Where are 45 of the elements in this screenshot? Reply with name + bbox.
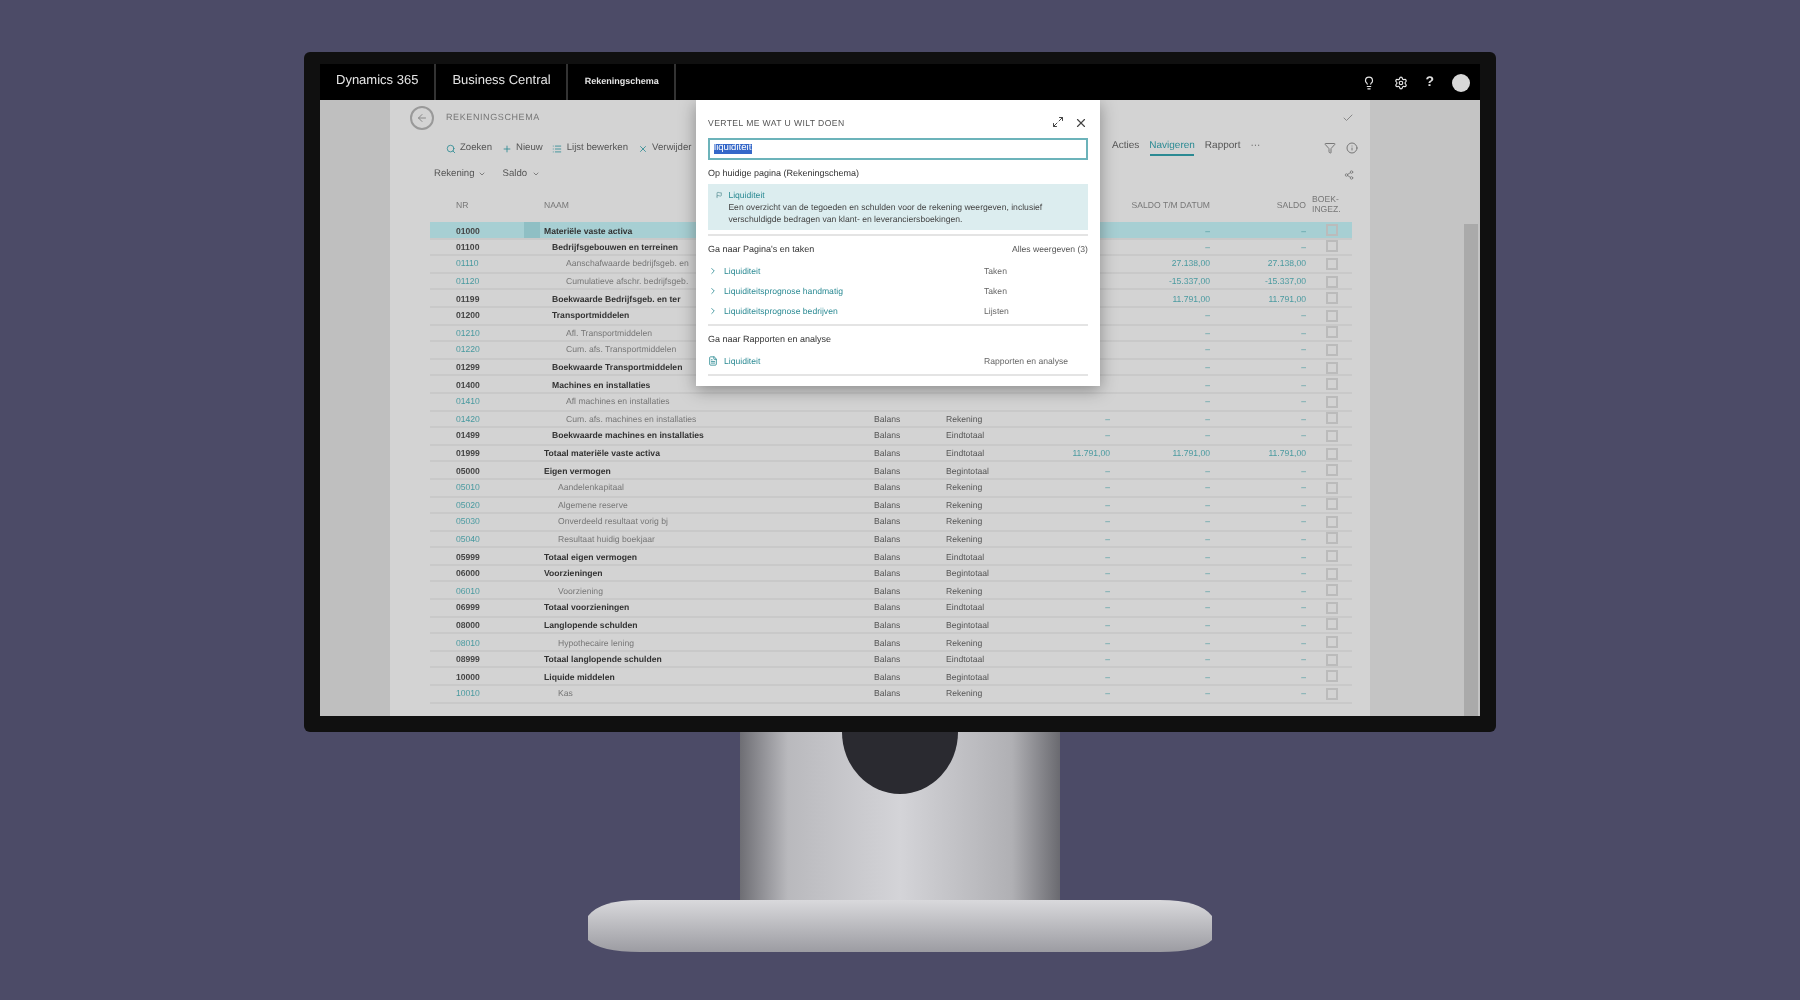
share-icon[interactable] xyxy=(1344,169,1354,179)
checkbox-icon xyxy=(1326,498,1338,511)
close-icon[interactable] xyxy=(1074,115,1088,129)
checkbox-icon xyxy=(1326,481,1338,494)
checkbox-icon xyxy=(1326,275,1338,288)
search-icon xyxy=(446,143,456,153)
report-icon xyxy=(708,355,718,365)
checkbox-icon xyxy=(1326,532,1338,545)
checkbox-icon xyxy=(1326,687,1338,700)
checkbox-icon xyxy=(1326,395,1338,408)
checkbox-icon xyxy=(1326,601,1338,614)
row-handle[interactable] xyxy=(524,222,540,238)
checkbox-icon xyxy=(1326,378,1338,391)
checkbox-icon xyxy=(1326,670,1338,683)
checkbox-icon xyxy=(1326,292,1338,305)
checkbox-icon xyxy=(1326,584,1338,597)
checkbox-icon xyxy=(1326,515,1338,528)
checkbox-icon xyxy=(1326,567,1338,580)
checkbox-icon xyxy=(1326,447,1338,460)
checkbox-icon xyxy=(1326,464,1338,477)
back-arrow-icon xyxy=(416,111,428,123)
checkbox-icon xyxy=(1326,257,1338,270)
back-button[interactable] xyxy=(410,105,434,129)
scrollbar[interactable] xyxy=(1464,224,1478,716)
plus-icon xyxy=(502,143,512,153)
settings-icon[interactable] xyxy=(1393,75,1408,89)
checkbox-icon xyxy=(1326,240,1338,253)
checkbox-icon xyxy=(1326,361,1338,374)
checkbox-icon xyxy=(1326,653,1338,666)
check-icon[interactable] xyxy=(1342,111,1354,123)
avatar[interactable] xyxy=(1452,73,1470,91)
checkbox-icon xyxy=(1326,636,1338,649)
checkbox-icon xyxy=(1326,309,1338,322)
list-icon xyxy=(552,143,563,153)
info-icon[interactable] xyxy=(1346,142,1358,154)
checkbox-icon xyxy=(1326,343,1338,356)
checkbox-icon xyxy=(1326,412,1338,425)
checkbox-icon xyxy=(1326,618,1338,631)
lightbulb-icon[interactable] xyxy=(1361,75,1376,89)
checkbox-icon xyxy=(1326,550,1338,563)
filter-icon[interactable] xyxy=(1324,142,1336,154)
flag-icon xyxy=(716,190,723,200)
checkbox-icon xyxy=(1326,224,1338,236)
checkbox-icon xyxy=(1326,326,1338,339)
checkbox-icon xyxy=(1326,429,1338,442)
